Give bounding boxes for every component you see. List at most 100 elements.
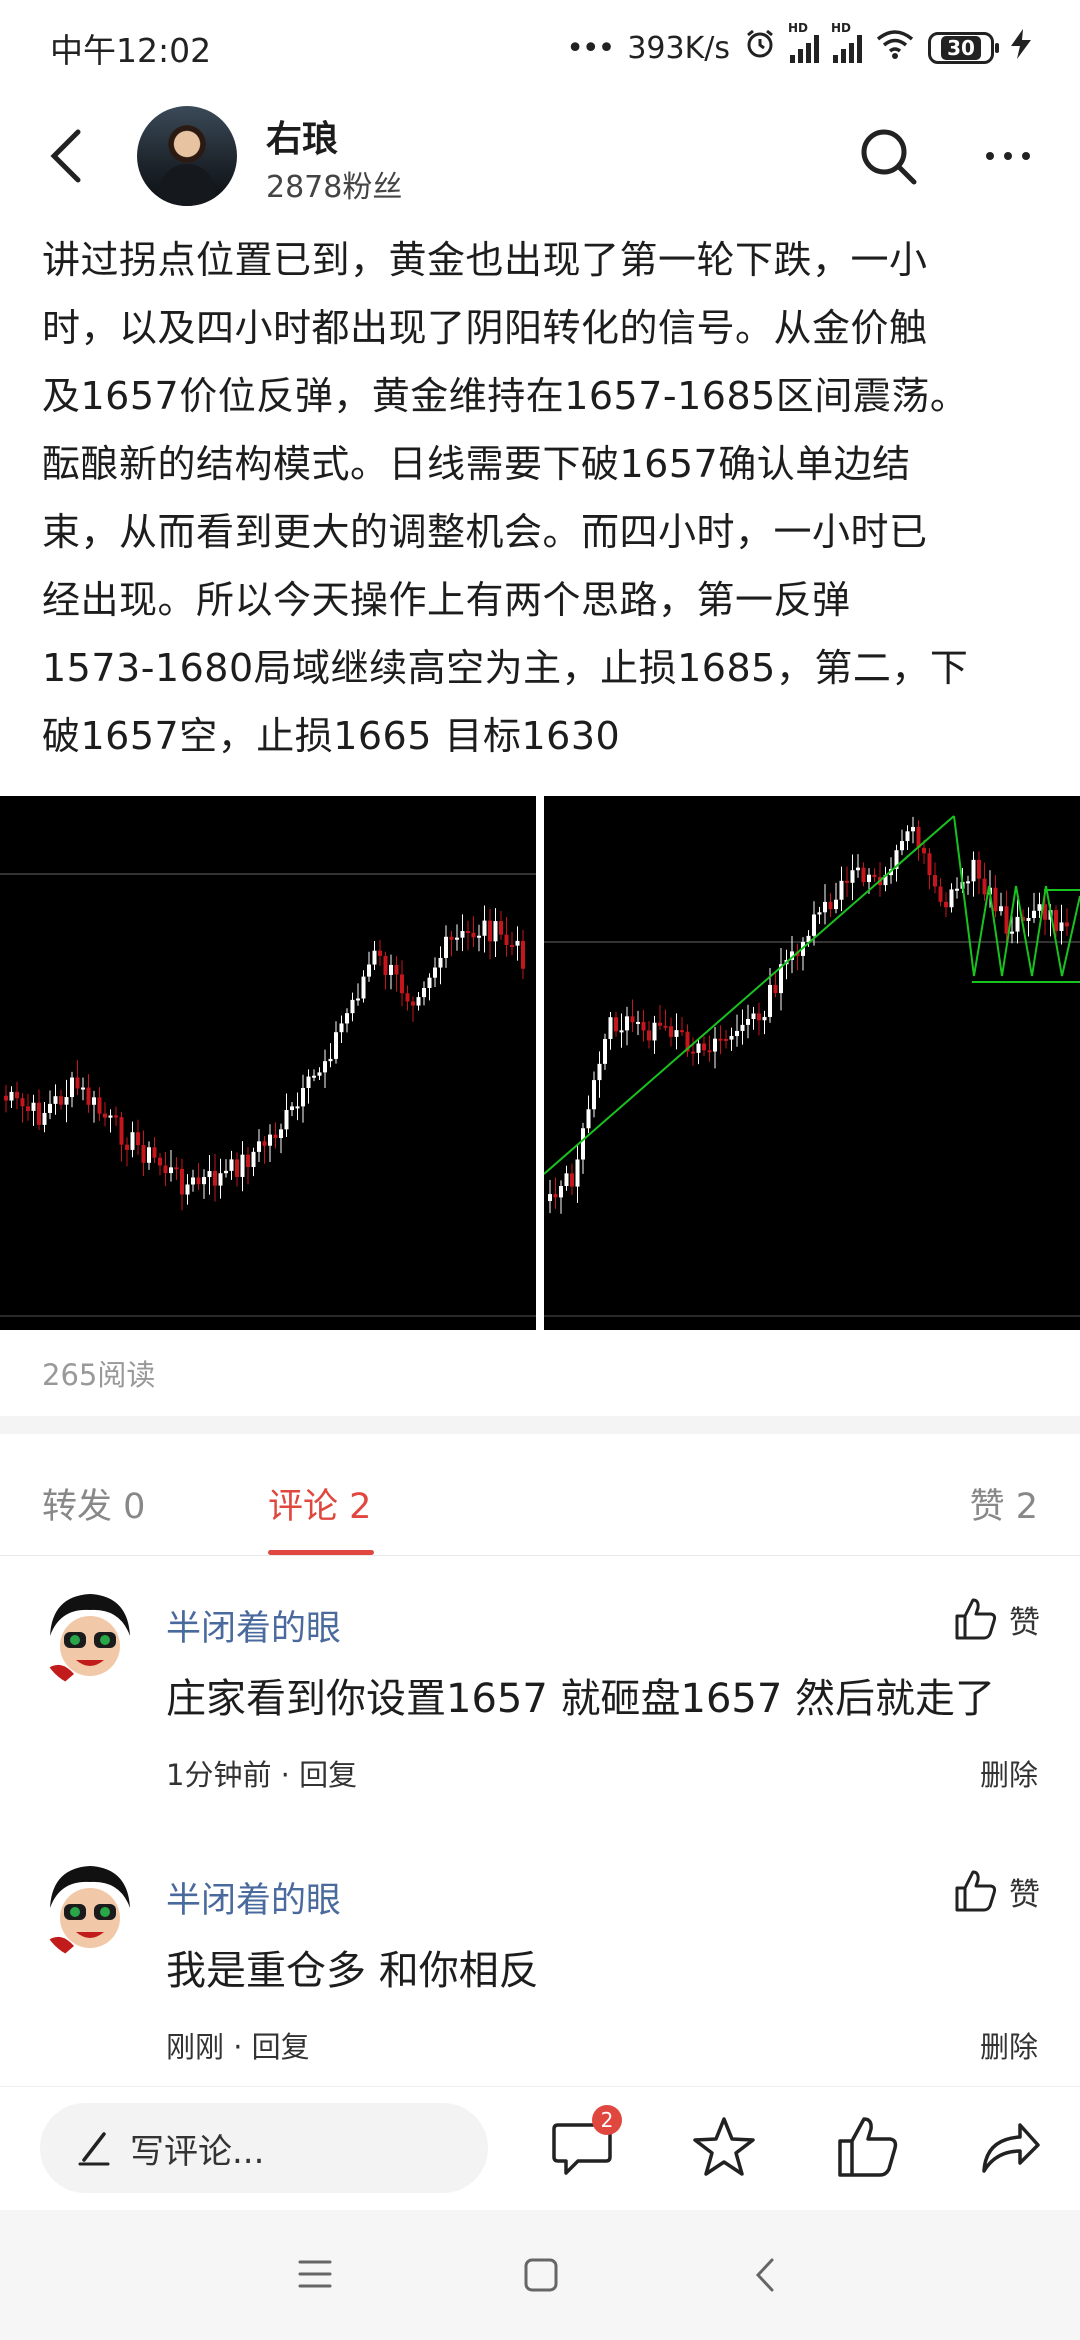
commenter-avatar[interactable] bbox=[40, 1588, 140, 1688]
candle-body bbox=[389, 964, 393, 975]
like-button[interactable] bbox=[834, 2113, 902, 2181]
candle-body bbox=[641, 1021, 646, 1031]
candle-body bbox=[64, 1097, 69, 1105]
candle-body bbox=[339, 1023, 344, 1033]
home-square-icon bbox=[524, 2258, 558, 2292]
candle-body bbox=[834, 899, 838, 910]
candle-body bbox=[53, 1096, 58, 1104]
author-name[interactable]: 右琅 bbox=[266, 110, 338, 162]
candle-body bbox=[510, 944, 514, 947]
comment-meta[interactable]: 刚刚 · 回复 bbox=[166, 2024, 310, 2066]
candle-body bbox=[20, 1098, 25, 1107]
star-icon bbox=[693, 2117, 755, 2176]
write-comment-input[interactable]: 写评论... bbox=[40, 2103, 488, 2193]
candle-body bbox=[125, 1144, 129, 1150]
tab-repost[interactable]: 转发 0 bbox=[42, 1478, 145, 1529]
comment-like-button[interactable]: 赞 bbox=[953, 1868, 1040, 1914]
candle-body bbox=[575, 1159, 580, 1187]
commenter-avatar[interactable] bbox=[40, 1860, 140, 1960]
candle-body bbox=[702, 1043, 706, 1051]
candle-body bbox=[97, 1097, 102, 1114]
comment-delete-button[interactable]: 删除 bbox=[980, 1752, 1038, 1794]
menu-icon bbox=[298, 2260, 332, 2288]
candle-body bbox=[817, 912, 822, 915]
author-avatar[interactable] bbox=[137, 106, 237, 206]
nav-home-button[interactable] bbox=[516, 2250, 566, 2300]
candle-body bbox=[350, 999, 355, 1014]
candlestick-chart-left bbox=[0, 873, 536, 1317]
back-button[interactable] bbox=[36, 124, 96, 188]
search-button[interactable] bbox=[856, 124, 920, 188]
comments-button[interactable]: 2 bbox=[548, 2105, 622, 2181]
candle-body bbox=[444, 936, 448, 958]
chart-image-daily[interactable] bbox=[0, 796, 536, 1330]
candle-body bbox=[570, 1173, 574, 1187]
candle-body bbox=[207, 1170, 212, 1178]
post-line: 破1657空，止损1665 目标1630 bbox=[42, 714, 621, 758]
nav-back-button[interactable] bbox=[742, 2250, 792, 2300]
status-icons: ••• 393K/s HD HD 30 bbox=[566, 21, 1034, 68]
candle-body bbox=[850, 870, 855, 883]
candle-body bbox=[136, 1132, 140, 1146]
candle-body bbox=[499, 921, 503, 935]
signal-icon: HD bbox=[831, 21, 862, 63]
candle-body bbox=[1059, 922, 1064, 931]
candle-body bbox=[757, 1013, 761, 1021]
candle-body bbox=[1004, 906, 1009, 934]
tab-likes[interactable]: 赞 2 bbox=[970, 1478, 1038, 1529]
commenter-name[interactable]: 半闭着的眼 bbox=[166, 1600, 341, 1651]
candle-body bbox=[394, 964, 399, 975]
like-label: 赞 bbox=[1009, 1604, 1040, 1641]
zigzag-line bbox=[953, 815, 1080, 977]
candle-body bbox=[812, 914, 816, 936]
candle-body bbox=[597, 1063, 602, 1081]
chart-image-intraday[interactable] bbox=[544, 796, 1080, 1330]
candle-body bbox=[845, 880, 849, 883]
comment-text: 庄家看到你设置1657 就砸盘1657 然后就走了 bbox=[166, 1676, 996, 1722]
candle-body bbox=[548, 1194, 552, 1202]
candle-body bbox=[31, 1102, 36, 1111]
candle-body bbox=[323, 1061, 327, 1073]
candle-body bbox=[257, 1141, 261, 1152]
candle-body bbox=[422, 988, 426, 998]
candle-body bbox=[460, 931, 465, 938]
share-button[interactable] bbox=[976, 2113, 1044, 2181]
candle-body bbox=[141, 1145, 146, 1163]
comment-meta[interactable]: 1分钟前 · 回复 bbox=[166, 1752, 357, 1794]
candle-body bbox=[9, 1091, 14, 1101]
post-line: 讲过拐点位置已到，黄金也出现了第一轮下跌，一小 bbox=[42, 238, 928, 282]
candle-body bbox=[553, 1194, 558, 1198]
candle-body bbox=[1032, 910, 1036, 918]
candle-body bbox=[1037, 904, 1042, 911]
candle-body bbox=[762, 1016, 767, 1021]
comment-like-button[interactable]: 赞 bbox=[953, 1596, 1040, 1642]
candle-body bbox=[471, 932, 476, 938]
commenter-name[interactable]: 半闭着的眼 bbox=[166, 1872, 341, 1923]
status-bar: 中午12:02 ••• 393K/s HD HD 30 bbox=[0, 0, 1080, 96]
candle-body bbox=[867, 874, 871, 883]
candle-body bbox=[119, 1117, 124, 1145]
candle-body bbox=[1065, 922, 1069, 927]
candle-body bbox=[103, 1113, 107, 1118]
more-button[interactable] bbox=[976, 124, 1040, 188]
author-fans-count: 2878粉丝 bbox=[266, 170, 403, 205]
thumbs-up-icon bbox=[838, 2117, 898, 2177]
comment-item: 半闭着的眼 赞 庄家看到你设置1657 就砸盘1657 然后就走了 1分钟前 ·… bbox=[0, 1560, 1080, 1830]
nav-menu-button[interactable] bbox=[292, 2250, 342, 2300]
candle-body bbox=[735, 1030, 739, 1037]
candle-body bbox=[273, 1134, 278, 1138]
candle-body bbox=[669, 1026, 673, 1037]
candle-body bbox=[240, 1154, 245, 1177]
tab-comments[interactable]: 评论 2 bbox=[268, 1478, 371, 1529]
candle-body bbox=[59, 1096, 63, 1105]
candle-body bbox=[295, 1106, 300, 1109]
favorite-button[interactable] bbox=[690, 2113, 758, 2181]
candle-body bbox=[202, 1177, 206, 1185]
thumbs-up-icon bbox=[955, 1598, 997, 1640]
back-triangle-icon bbox=[755, 2258, 774, 2292]
candle-body bbox=[564, 1173, 569, 1187]
candle-body bbox=[768, 984, 772, 1017]
candle-body bbox=[466, 931, 470, 934]
share-icon bbox=[982, 2123, 1040, 2173]
comment-delete-button[interactable]: 删除 bbox=[980, 2024, 1038, 2066]
